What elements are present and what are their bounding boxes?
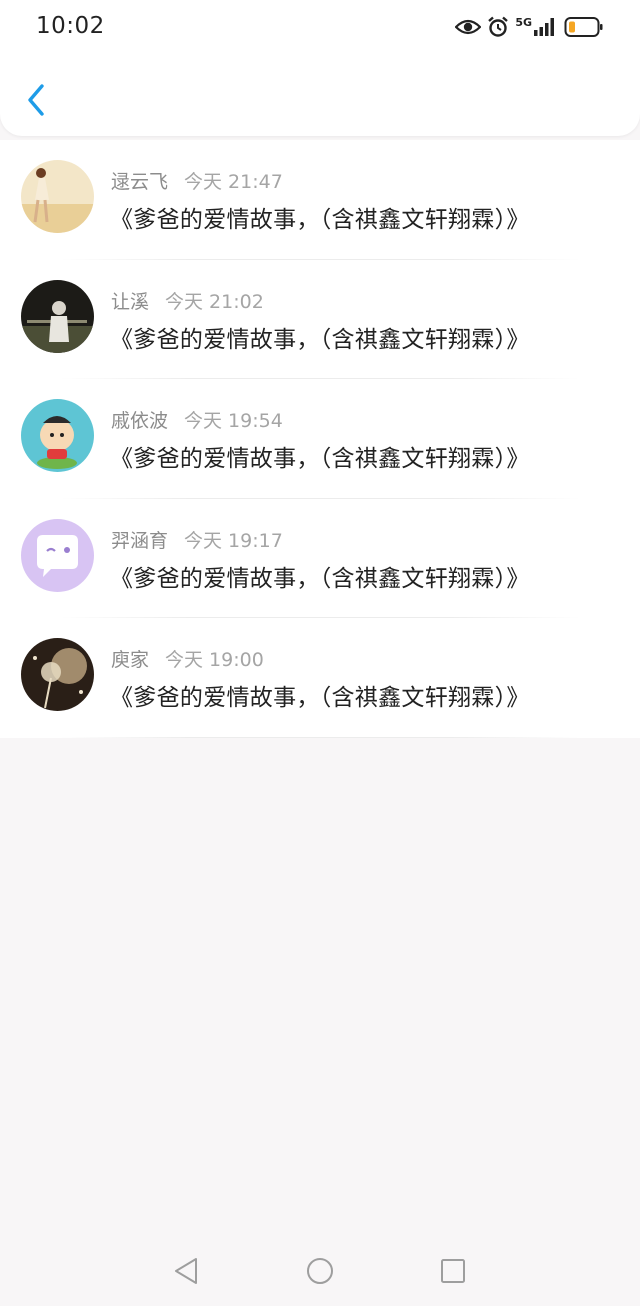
comment-meta: 羿涵育 今天 19:17 (111, 526, 283, 553)
eye-icon (455, 17, 482, 37)
comment-text: 《爹爸的爱情故事，（含祺鑫文轩翔霖）》 (110, 685, 530, 711)
battery-icon (564, 16, 604, 38)
user-name[interactable]: 让溪 (111, 291, 149, 313)
comment-list: 逯云飞 今天 21:47 《爹爸的爱情故事，（含祺鑫文轩翔霖）》 让溪 今天 21:… (0, 140, 640, 738)
nav-home-button[interactable] (305, 1258, 335, 1288)
comment-meta: 让溪 今天 21:02 (111, 287, 264, 314)
list-item[interactable]: 逯云飞 今天 21:47 《爹爸的爱情故事，（含祺鑫文轩翔霖）》 (0, 140, 640, 260)
home-circle-icon (305, 1256, 335, 1290)
user-name[interactable]: 戚依波 (111, 410, 168, 432)
avatar[interactable] (21, 279, 94, 353)
top-header: 10:02 5G (0, 0, 640, 136)
avatar[interactable] (21, 399, 94, 472)
comment-meta: 逯云飞 今天 21:47 (111, 167, 283, 194)
divider (60, 736, 580, 738)
comment-text: 《爹爸的爱情故事，（含祺鑫文轩翔霖）》 (110, 446, 530, 472)
network-type: 5G (515, 16, 532, 29)
comment-time: 今天 19:54 (184, 410, 283, 432)
list-item[interactable]: 戚依波 今天 19:54 《爹爸的爱情故事，（含祺鑫文轩翔霖）》 (0, 379, 640, 499)
system-nav-bar (0, 1240, 640, 1306)
comment-time: 今天 21:02 (165, 290, 264, 313)
nav-recents-button[interactable] (438, 1258, 468, 1288)
signal-icon (534, 17, 558, 37)
status-icons: 5G (455, 14, 604, 40)
alarm-icon (487, 16, 509, 38)
list-item[interactable]: 羿涵育 今天 19:17 《爹爸的爱情故事，（含祺鑫文轩翔霖）》 (0, 499, 640, 618)
nav-back-button[interactable] (171, 1258, 201, 1288)
status-time: 10:02 (36, 13, 105, 39)
comment-text: 《爹爸的爱情故事，（含祺鑫文轩翔霖）》 (110, 207, 530, 233)
comment-meta: 戚依波 今天 19:54 (111, 406, 283, 433)
user-name[interactable]: 庾家 (111, 649, 149, 671)
avatar[interactable] (21, 518, 94, 592)
list-item[interactable]: 让溪 今天 21:02 《爹爸的爱情故事，（含祺鑫文轩翔霖）》 (0, 260, 640, 379)
user-name[interactable]: 羿涵育 (111, 530, 168, 552)
user-name[interactable]: 逯云飞 (111, 171, 168, 193)
back-button[interactable] (16, 80, 56, 124)
avatar[interactable] (21, 160, 94, 233)
comment-text: 《爹爸的爱情故事，（含祺鑫文轩翔霖）》 (110, 326, 530, 353)
chevron-left-icon (25, 83, 47, 121)
comment-text: 《爹爸的爱情故事，（含祺鑫文轩翔霖）》 (110, 565, 530, 592)
comment-time: 今天 19:17 (184, 529, 283, 552)
comment-time: 今天 19:00 (165, 649, 264, 671)
comment-meta: 庾家 今天 19:00 (111, 645, 264, 672)
back-triangle-icon (172, 1256, 200, 1290)
comment-time: 今天 21:47 (184, 171, 283, 193)
recents-square-icon (438, 1256, 468, 1290)
avatar[interactable] (21, 638, 94, 711)
list-item[interactable]: 庾家 今天 19:00 《爹爸的爱情故事，（含祺鑫文轩翔霖）》 (0, 618, 640, 738)
